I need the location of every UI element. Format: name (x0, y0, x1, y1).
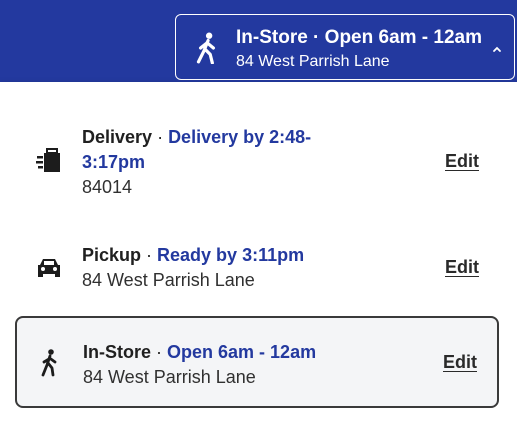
option-status: Ready by 3:11pm (157, 245, 305, 265)
option-name: Pickup (82, 245, 142, 265)
option-in-store-text: In-Store · Open 6am - 12am 84 West Parri… (83, 340, 343, 390)
option-pickup[interactable]: Pickup · Ready by 3:11pm 84 West Parrish… (15, 243, 499, 299)
store-selector-button[interactable]: In-Store · Open 6am - 12am 84 West Parri… (175, 14, 515, 80)
option-detail: 84 West Parrish Lane (83, 367, 256, 387)
separator: · (152, 127, 169, 147)
separator: · (141, 245, 158, 265)
option-in-store[interactable]: In-Store · Open 6am - 12am 84 West Parri… (15, 316, 499, 408)
option-delivery[interactable]: Delivery · Delivery by 2:48-3:17pm 84014… (15, 125, 499, 205)
option-status: Open 6am - 12am (167, 342, 317, 362)
option-name: In-Store (83, 342, 152, 362)
option-detail: 84014 (82, 177, 133, 197)
edit-in-store-link[interactable]: Edit (443, 352, 477, 373)
option-delivery-text: Delivery · Delivery by 2:48-3:17pm 84014 (82, 125, 342, 200)
chevron-up-icon[interactable] (492, 45, 502, 53)
walking-person-icon (41, 349, 57, 377)
option-name: Delivery (82, 127, 153, 147)
edit-delivery-link[interactable]: Edit (445, 151, 479, 172)
store-address: 84 West Parrish Lane (236, 53, 390, 70)
delivery-bag-icon (36, 148, 60, 172)
top-bar: In-Store · Open 6am - 12am 84 West Parri… (0, 0, 517, 82)
separator: · (151, 342, 168, 362)
walking-person-icon (196, 32, 215, 64)
edit-pickup-link[interactable]: Edit (445, 257, 479, 278)
option-pickup-text: Pickup · Ready by 3:11pm 84 West Parrish… (82, 243, 342, 293)
option-detail: 84 West Parrish Lane (82, 270, 255, 290)
store-title: In-Store · Open 6am - 12am (236, 27, 483, 48)
car-icon (38, 259, 60, 277)
